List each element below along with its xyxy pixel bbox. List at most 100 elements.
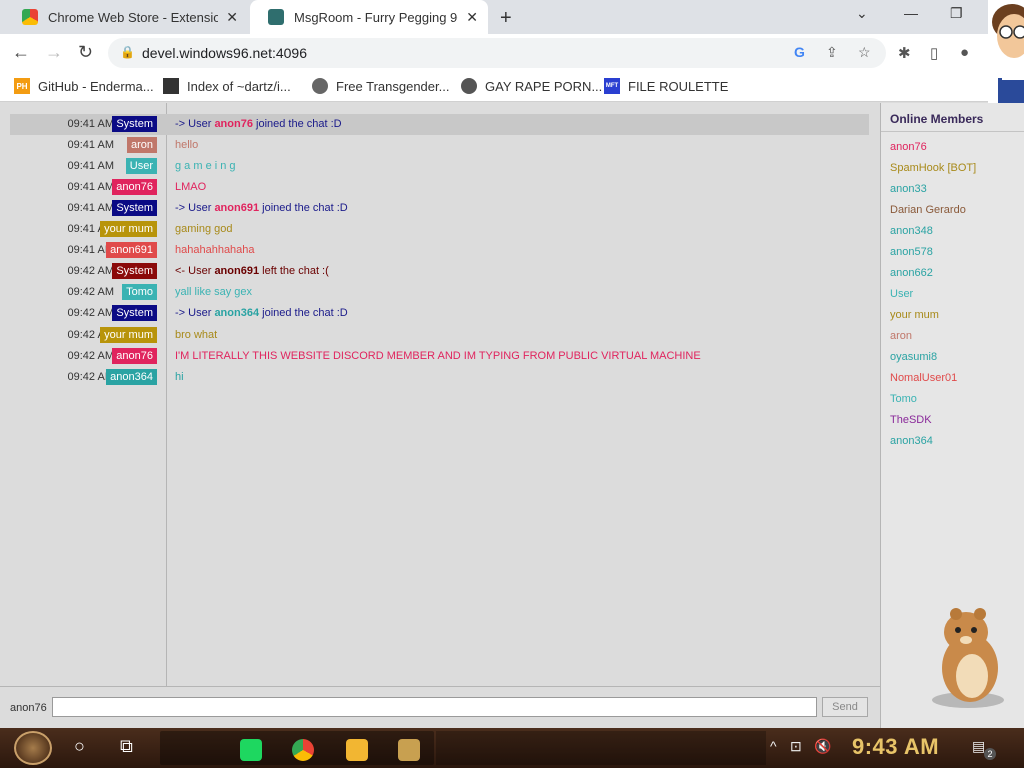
user-badge[interactable]: your mum bbox=[100, 326, 157, 343]
online-member[interactable]: User bbox=[890, 288, 913, 300]
user-badge[interactable]: System bbox=[112, 200, 157, 217]
user-badge[interactable]: anon76 bbox=[112, 347, 157, 364]
message-timestamp: 09:41 AM bbox=[67, 139, 114, 152]
online-member[interactable]: anon76 bbox=[890, 141, 927, 153]
online-member[interactable]: oyasumi8 bbox=[890, 351, 937, 363]
user-badge[interactable]: anon364 bbox=[106, 368, 157, 385]
cartoon-man-avatar bbox=[988, 0, 1024, 108]
message-body: g a m e i n g bbox=[175, 160, 236, 173]
mentioned-username[interactable]: anon364 bbox=[214, 307, 259, 319]
message-timestamp: 09:41 AM bbox=[67, 202, 114, 215]
extensions-puzzle-icon[interactable]: ✱ bbox=[898, 44, 911, 62]
url-text[interactable]: devel.windows96.net:4096 bbox=[142, 45, 307, 61]
send-button[interactable]: Send bbox=[822, 697, 868, 717]
tab-msgroom[interactable]: MsgRoom - Furry Pegging 96 Cl ✕ bbox=[250, 0, 488, 34]
close-tab-icon[interactable]: ✕ bbox=[226, 9, 238, 26]
online-member[interactable]: SpamHook [BOT] bbox=[890, 162, 976, 174]
user-badge[interactable]: System bbox=[112, 305, 157, 322]
message-body: hello bbox=[175, 139, 199, 152]
game-box-icon[interactable] bbox=[398, 739, 420, 761]
volume-muted-icon[interactable]: 🔇 bbox=[814, 738, 831, 755]
minimize-button[interactable]: — bbox=[904, 5, 918, 21]
message-suffix: left the chat :( bbox=[259, 265, 329, 278]
back-button[interactable]: ← bbox=[12, 42, 30, 63]
online-member[interactable]: TheSDK bbox=[890, 414, 932, 426]
user-badge[interactable]: User bbox=[125, 158, 157, 175]
taskbar-empty-area bbox=[436, 731, 766, 765]
address-bar[interactable]: 🔒 devel.windows96.net:4096 G ⇪ ☆ bbox=[108, 38, 886, 68]
online-member[interactable]: anon33 bbox=[890, 183, 927, 195]
online-member[interactable]: anon364 bbox=[890, 435, 933, 447]
user-badge[interactable]: anon691 bbox=[106, 242, 157, 259]
user-badge[interactable]: aron bbox=[126, 137, 157, 154]
message-body: -> User bbox=[175, 202, 215, 215]
message-body: -> User bbox=[175, 118, 215, 130]
divider bbox=[881, 131, 1024, 132]
file-explorer-icon[interactable] bbox=[346, 739, 368, 761]
tray-chevron-icon[interactable]: ^ bbox=[770, 738, 777, 754]
online-member[interactable]: Darian Gerardo bbox=[890, 204, 966, 216]
user-badge[interactable]: System bbox=[112, 116, 157, 132]
online-member[interactable]: your mum bbox=[890, 309, 939, 321]
restore-button[interactable]: ❐ bbox=[950, 5, 963, 22]
side-panel-icon[interactable]: ▯ bbox=[930, 44, 938, 62]
bookmark-free-transgender[interactable]: Free Transgender... bbox=[312, 78, 449, 94]
online-member[interactable]: Tomo bbox=[890, 393, 917, 405]
online-member[interactable]: aron bbox=[890, 330, 912, 342]
message-text: -> User anon691 joined the chat :D bbox=[175, 202, 348, 214]
bookmark-label: GitHub - Enderma... bbox=[38, 78, 154, 94]
message-body: bro what bbox=[175, 328, 218, 341]
chat-message-row: 09:42 AM Tomo yall like say gex bbox=[10, 282, 869, 303]
spotify-icon[interactable] bbox=[240, 739, 262, 761]
hamster-image bbox=[932, 608, 1004, 708]
user-badge[interactable]: System bbox=[112, 263, 157, 280]
reload-button[interactable]: ↻ bbox=[78, 42, 93, 63]
start-button[interactable] bbox=[14, 731, 52, 765]
message-body: -> User bbox=[175, 307, 215, 320]
tab-search-chevron-icon[interactable]: ⌄ bbox=[856, 5, 868, 22]
message-body: hi bbox=[175, 370, 184, 383]
bookmark-github[interactable]: PH GitHub - Enderma... bbox=[14, 78, 154, 94]
taskbar-clock[interactable]: 9:43 AM bbox=[852, 734, 939, 760]
mentioned-username[interactable]: anon691 bbox=[214, 265, 259, 277]
user-badge[interactable]: Tomo bbox=[122, 284, 157, 301]
message-text: <- User anon691 left the chat :( bbox=[175, 265, 329, 277]
msgroom-icon bbox=[268, 9, 284, 25]
message-text: yall like say gex bbox=[175, 286, 252, 298]
mentioned-username[interactable]: anon691 bbox=[214, 202, 259, 214]
profile-icon[interactable]: ● bbox=[960, 44, 969, 61]
message-text: LMAO bbox=[175, 181, 206, 193]
tab-chrome-web-store[interactable]: Chrome Web Store - Extensions ✕ bbox=[4, 0, 248, 34]
close-tab-icon[interactable]: ✕ bbox=[466, 9, 478, 26]
bookmark-index-dartz[interactable]: Index of ~dartz/i... bbox=[163, 78, 291, 94]
message-body: gaming god bbox=[175, 223, 233, 236]
lock-icon[interactable]: 🔒 bbox=[120, 45, 135, 59]
message-timestamp: 09:42 AM bbox=[67, 349, 114, 362]
bookmark-favicon bbox=[312, 78, 328, 94]
network-icon[interactable]: ⊡ bbox=[790, 738, 802, 755]
online-member[interactable]: anon578 bbox=[890, 246, 933, 258]
online-member[interactable]: anon662 bbox=[890, 267, 933, 279]
bookmark-star-icon[interactable]: ☆ bbox=[858, 44, 871, 61]
online-member[interactable]: anon348 bbox=[890, 225, 933, 237]
chat-message-row: 09:42 AM your mum bro what bbox=[10, 325, 869, 346]
bookmark-label: Index of ~dartz/i... bbox=[187, 78, 291, 94]
bookmark-file-roulette[interactable]: MFT FILE ROULETTE bbox=[604, 78, 728, 94]
user-badge[interactable]: anon76 bbox=[112, 179, 157, 196]
message-input[interactable] bbox=[52, 697, 817, 717]
online-member[interactable]: NomalUser01 bbox=[890, 372, 957, 384]
bookmark-globe[interactable]: GAY RAPE PORN... bbox=[461, 78, 602, 94]
message-body: LMAO bbox=[175, 181, 207, 194]
chat-message-row: 09:41 AM System -> User anon76 joined the … bbox=[10, 114, 869, 135]
search-circle-icon[interactable]: ○ bbox=[74, 736, 85, 757]
google-lens-icon[interactable]: G bbox=[794, 44, 805, 60]
task-view-icon[interactable]: ⧉ bbox=[120, 736, 133, 757]
message-suffix: joined the chat :D bbox=[252, 118, 342, 130]
chrome-icon[interactable] bbox=[292, 739, 314, 761]
bookmark-label: GAY RAPE PORN... bbox=[485, 78, 603, 94]
forward-button[interactable]: → bbox=[45, 42, 63, 63]
mentioned-username[interactable]: anon76 bbox=[214, 118, 253, 130]
new-tab-button[interactable]: + bbox=[500, 7, 512, 30]
share-icon[interactable]: ⇪ bbox=[826, 44, 838, 61]
user-badge[interactable]: your mum bbox=[100, 221, 157, 238]
